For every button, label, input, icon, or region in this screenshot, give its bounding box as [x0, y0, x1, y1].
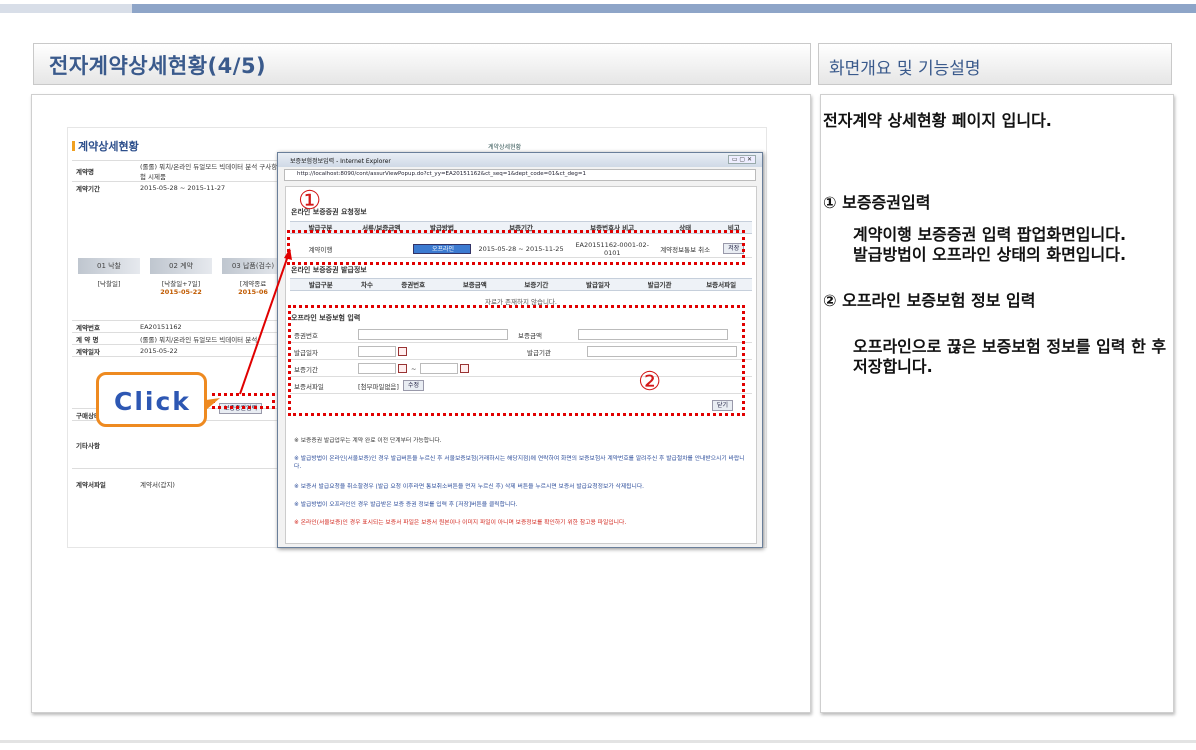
- online-issue-section-title: 온라인 보증증권 발급정보: [291, 266, 367, 274]
- column-header: 보증기간: [524, 281, 549, 289]
- row-label: 계약기간: [76, 184, 100, 193]
- popup-address-bar[interactable]: http://localhost:8090/cont/assurViewPopu…: [284, 169, 756, 181]
- column-header: 보증서파일: [706, 281, 737, 289]
- top-accent-bar-light: [0, 4, 132, 13]
- left-panel-header: 전자계약상세현황(4/5): [33, 43, 811, 85]
- step-sub: [낙찰일]: [97, 280, 121, 288]
- bottom-divider: [0, 740, 1196, 743]
- screenshot-breadcrumb: 계약상세현황: [488, 144, 522, 151]
- step-item: 02 계약 [낙찰일+7일] 2015-05-22: [150, 258, 212, 306]
- section2-body: 오프라인으로 끊은 보증보험 정보를 입력 한 후 저장합니다.: [853, 337, 1167, 376]
- note: ※ 온라인(서울보증)인 경우 표시되는 보증서 파일은 보증서 원본이나 이미…: [294, 520, 627, 526]
- section1-body: 계약이행 보증증권 입력 팝업화면입니다. 발급방법이 오프라인 상태의 화면입…: [823, 225, 1173, 265]
- right-panel-title: 화면개요 및 기능설명: [829, 59, 981, 79]
- step-date: 2015-05-22: [160, 288, 202, 296]
- column-header: 차수: [361, 281, 373, 289]
- step-badge: 01 낙찰: [78, 258, 140, 274]
- top-accent-bar: [0, 4, 1196, 13]
- slide: 전자계약상세현황(4/5) 화면개요 및 기능설명 전자계약 상세현황 페이지 …: [0, 0, 1196, 750]
- step-date: 2015-06: [238, 288, 268, 296]
- section2-title: ② 오프라인 보증보험 정보 입력: [823, 291, 1036, 310]
- section1-title: ① 보증증권입력: [823, 193, 931, 212]
- row-label: 계약서파일: [76, 480, 106, 489]
- right-panel-header: 화면개요 및 기능설명: [818, 43, 1172, 85]
- row-label: 계약일자: [76, 347, 100, 356]
- window-controls[interactable]: ▭ ▢ ✕: [727, 155, 756, 164]
- column-header: 보증금액: [462, 281, 487, 289]
- issue-table-header: 발급구분 차수 증권번호 보증금액 보증기간 발급일자 발급기관 보증서파일: [290, 278, 752, 291]
- step-badge: 02 계약: [150, 258, 212, 274]
- step-sub: [계약종료: [239, 280, 267, 288]
- row-label: 계약명: [76, 168, 94, 176]
- note: ※ 보증증권 발급업무는 계약 완료 이전 단계부터 가능합니다.: [294, 438, 442, 444]
- highlight-box-2: [288, 305, 745, 416]
- note: ※ 보증서 발급요청을 취소할경우 (발급 요청 이후라면 통보취소버튼을 먼저…: [294, 484, 645, 490]
- row-label: 기타사항: [76, 441, 100, 450]
- click-label: Click: [114, 387, 191, 416]
- section1-body-line1: 계약이행 보증증권 입력 팝업화면입니다.: [853, 225, 1127, 244]
- screenshot-title-text: 계약상세현황: [78, 140, 139, 153]
- step-badge: 03 납품(검수): [222, 258, 284, 274]
- column-header: 발급구분: [308, 281, 333, 289]
- note: ※ 발급방법이 온라인(서울보증)인 경우 발급버튼을 누르신 후 서울보증보험…: [294, 456, 745, 470]
- step-item: 03 납품(검수) [계약종료 2015-06: [222, 258, 284, 306]
- section1-body-line2: 발급방법이 오프라인 상태의 화면입니다.: [853, 245, 1127, 264]
- page-title: 전자계약상세현황(4/5): [49, 54, 267, 78]
- click-callout: Click: [96, 372, 207, 427]
- row-label: 계약번호: [76, 323, 100, 332]
- description-panel: 전자계약 상세현황 페이지 입니다. ① 보증증권입력 계약이행 보증증권 입력…: [820, 94, 1174, 713]
- highlight-box-1: [287, 230, 745, 265]
- popup-window-title: 보증보험정보입력 - Internet Explorer: [290, 158, 391, 165]
- row-label: 계 약 명: [76, 335, 99, 344]
- contract-steps: 01 낙찰 [낙찰일] 02 계약 [낙찰일+7일] 2015-05-22 03 납품…: [78, 258, 284, 306]
- popup-titlebar: 보증보험정보입력 - Internet Explorer ▭ ▢ ✕: [278, 153, 762, 167]
- column-header: 발급일자: [586, 281, 610, 289]
- column-header: 발급기관: [647, 281, 672, 289]
- step-sub: [낙찰일+7일]: [161, 280, 201, 288]
- screenshot-title: 계약상세현황: [72, 138, 139, 154]
- description-main: 전자계약 상세현황 페이지 입니다.: [823, 111, 1052, 130]
- highlight-box-button: [212, 393, 275, 409]
- step-item: 01 낙찰 [낙찰일]: [78, 258, 140, 306]
- marker-2: ②: [638, 367, 662, 397]
- note: ※ 발급방법이 오프라인인 경우 발급받은 보증 증권 정보를 입력 후 [저장…: [294, 502, 518, 508]
- title-bar-icon: [72, 141, 75, 151]
- column-header: 증권번호: [401, 281, 426, 289]
- marker-1: ①: [298, 186, 322, 216]
